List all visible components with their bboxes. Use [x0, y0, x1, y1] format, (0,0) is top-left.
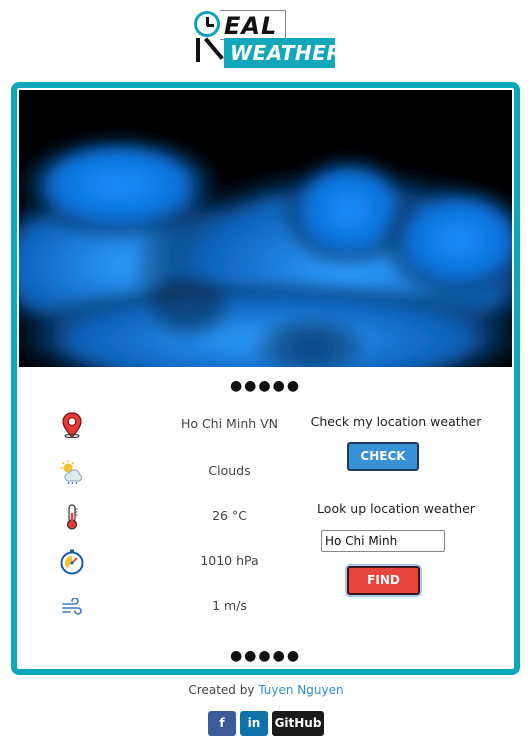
separator-dots-bottom: ●●●●● — [229, 648, 302, 664]
linkedin-button[interactable]: in — [240, 711, 268, 736]
wind-value: 1 m/s — [212, 598, 247, 613]
check-location-title: Check my location weather — [310, 414, 482, 429]
condition-value: Clouds — [208, 463, 251, 478]
weather-hero-image — [19, 90, 512, 367]
logo-letter-r-stem — [196, 38, 200, 62]
location-pin-icon — [57, 410, 87, 440]
author-link[interactable]: Tuyen Nguyen — [258, 683, 343, 697]
lookup-location-title: Look up location weather — [317, 501, 475, 516]
location-row: Ho Chi Minh VN — [57, 410, 307, 440]
app-logo: EAL WEATHER — [194, 8, 342, 70]
pressure-value: 1010 hPa — [200, 553, 259, 568]
weather-card: ●●●●● Ho Chi Minh VN Clouds 26 °C 1010 h… — [11, 82, 520, 675]
logo-text-top: EAL — [224, 12, 278, 40]
logo-letter-r-leg — [204, 37, 224, 60]
temperature-row: 26 °C — [57, 502, 307, 532]
credit-prefix: Created by — [188, 683, 255, 697]
wind-icon — [57, 592, 87, 622]
clock-icon — [194, 11, 220, 37]
thermometer-icon — [57, 502, 87, 532]
pressure-gauge-icon — [57, 547, 87, 577]
facebook-button[interactable]: f — [208, 711, 236, 736]
pressure-row: 1010 hPa — [57, 547, 307, 577]
check-button[interactable]: CHECK — [347, 442, 419, 471]
location-search-input[interactable] — [321, 530, 445, 552]
footer-credit: Created by Tuyen Nguyen — [0, 683, 532, 697]
cloud-sun-icon — [57, 457, 87, 487]
separator-dots-top: ●●●●● — [229, 378, 302, 394]
wind-row: 1 m/s — [57, 592, 307, 622]
find-button[interactable]: FIND — [347, 566, 420, 595]
logo-text-bottom: WEATHER — [224, 38, 342, 68]
condition-row: Clouds — [57, 457, 307, 487]
github-button[interactable]: GitHub — [272, 711, 324, 736]
